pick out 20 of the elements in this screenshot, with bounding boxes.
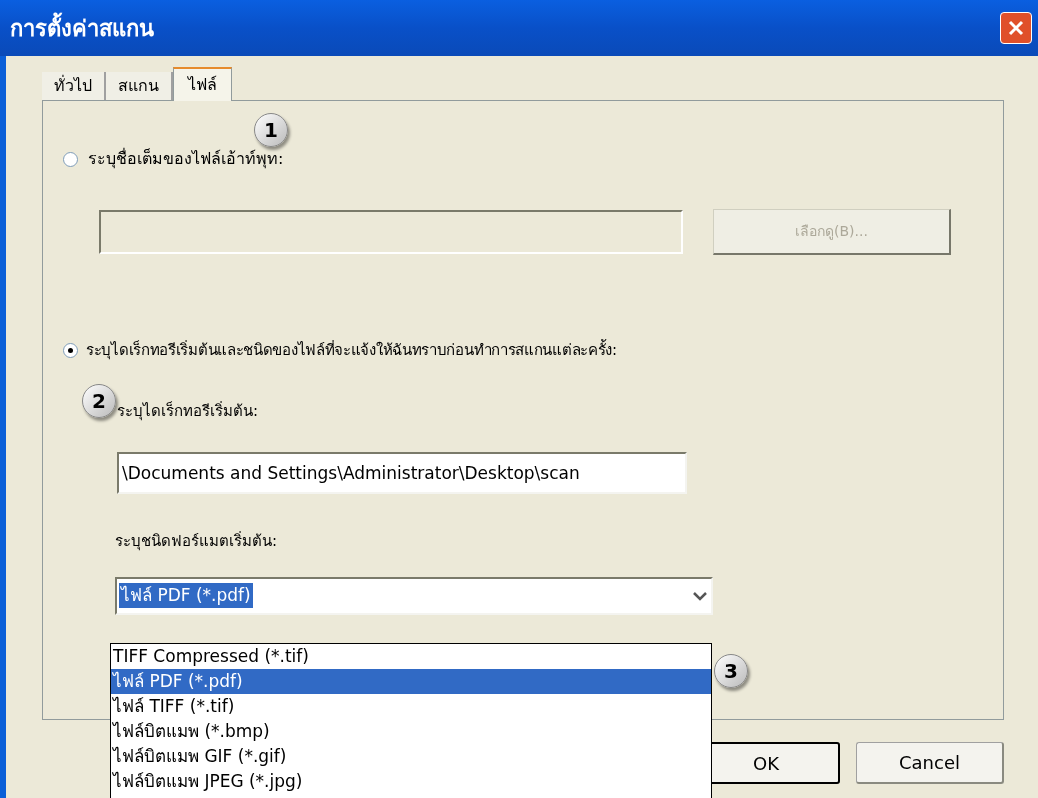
dialog-button[interactable]: Cancel — [856, 742, 1004, 784]
close-button[interactable] — [1000, 12, 1032, 44]
directory-label: ระบุไดเร็กทอรีเริ่มต้น: — [117, 400, 260, 422]
option-label: ระบุชื่อเต็มของไฟล์เอ้าท์พุท: — [88, 147, 284, 171]
file-path-field[interactable] — [99, 210, 683, 254]
tab[interactable]: ทั่วไป — [42, 72, 106, 100]
tab[interactable]: สแกน — [106, 72, 173, 100]
option-label: ระบุไดเร็กทอรีเริ่มต้นและชนิดของไฟล์ที่จะแจ้งให้ฉันทราบก่อนทำการสแกนแต่ละครั้ง: — [86, 339, 617, 362]
format-option[interactable]: TIFF Compressed (*.tif) — [111, 644, 711, 669]
format-option[interactable]: ไฟล์ PDF (*.pdf) — [111, 669, 711, 694]
tab[interactable]: ไฟล์ — [173, 67, 232, 101]
format-option[interactable]: ไฟล์ TIFF (*.tif) — [111, 694, 711, 719]
close-icon — [1007, 19, 1025, 37]
radio-button[interactable] — [63, 342, 78, 358]
format-option[interactable]: ไฟล์บิตแมพ (*.bmp) — [111, 719, 711, 744]
format-label: ระบุชนิดฟอร์แมตเริ่มต้น: — [115, 530, 279, 553]
selected-format: ไฟล์ PDF (*.pdf) — [119, 582, 253, 609]
window-title: การตั้งค่าสแกน — [10, 11, 154, 45]
radio-button[interactable] — [63, 151, 78, 167]
format-combo-box[interactable]: ไฟล์ PDF (*.pdf) — [115, 576, 713, 615]
